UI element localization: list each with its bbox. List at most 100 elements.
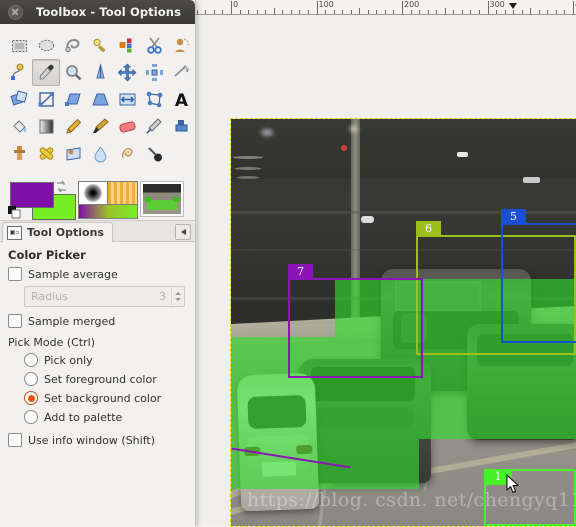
ruler-tick	[564, 10, 566, 14]
radio-pick-only[interactable]	[24, 353, 38, 367]
ruler-tick	[487, 1, 489, 14]
reset-colors-icon[interactable]	[8, 206, 22, 220]
ruler-tick	[436, 10, 438, 14]
ruler-tick	[205, 10, 207, 14]
pick-mode-option-set-background[interactable]: Set background color	[24, 391, 187, 405]
bbox-5[interactable]: 5	[501, 209, 576, 343]
zoom-tool[interactable]	[59, 59, 87, 86]
ellipse-select-tool[interactable]	[32, 32, 60, 59]
tool-options-title: Color Picker	[8, 248, 86, 262]
radio-pick-only-label: Pick only	[44, 353, 93, 367]
paintbrush-tool[interactable]	[86, 113, 114, 140]
ruler-tick	[256, 10, 258, 14]
dock-tabbar: ▣▫ Tool Options	[0, 221, 195, 242]
svg-text:A: A	[174, 91, 188, 109]
cage-transform-tool[interactable]	[140, 86, 168, 113]
gradient-swatch[interactable]	[78, 204, 138, 219]
rectangle-select-tool[interactable]	[5, 32, 33, 59]
ruler-tick	[333, 10, 335, 14]
use-info-window-checkbox[interactable]	[8, 433, 22, 447]
ruler-tick	[461, 10, 463, 14]
pick-mode-label: Pick Mode (Ctrl)	[8, 336, 95, 349]
clone-tool[interactable]	[5, 140, 33, 167]
use-info-window-row[interactable]: Use info window (Shift)	[8, 433, 187, 447]
ruler-tick	[325, 10, 327, 14]
dock-menu-icon[interactable]	[175, 224, 191, 240]
tab-tool-options[interactable]: ▣▫ Tool Options	[2, 222, 113, 242]
text-tool[interactable]: A	[167, 86, 195, 113]
ruler-tick	[573, 1, 574, 14]
ink-tool[interactable]	[167, 113, 195, 140]
ruler-label: 0	[233, 0, 239, 9]
paths-tool[interactable]	[5, 59, 33, 86]
sample-average-checkbox[interactable]	[8, 267, 22, 281]
sample-merged-checkbox[interactable]	[8, 314, 22, 328]
pick-mode-option-add-to-palette[interactable]: Add to palette	[24, 410, 187, 424]
ruler-tick	[342, 10, 344, 14]
sample-average-row[interactable]: Sample average	[8, 267, 187, 281]
select-by-color-tool[interactable]	[113, 32, 141, 59]
barrier-3	[237, 176, 259, 179]
pick-mode-option-pick-only[interactable]: Pick only	[24, 353, 187, 367]
toolbox-window: Toolbox - Tool Options A ▣▫ Tool Options…	[0, 0, 196, 527]
rotate-tool[interactable]	[5, 86, 33, 113]
airbrush-tool[interactable]	[140, 113, 168, 140]
radio-add-to-palette[interactable]	[24, 410, 38, 424]
radio-set-foreground-color[interactable]	[24, 372, 38, 386]
alignment-tool[interactable]	[140, 59, 168, 86]
ruler-tick	[470, 10, 472, 14]
ruler-tick	[282, 10, 284, 14]
radius-stepper[interactable]	[171, 288, 184, 305]
heal-tool[interactable]	[32, 140, 60, 167]
ruler-label: 100	[318, 0, 334, 9]
car-far-3	[523, 177, 540, 183]
bucket-fill-tool[interactable]	[5, 113, 33, 140]
barrier-2	[235, 167, 261, 170]
image-thumbnail[interactable]	[140, 181, 184, 217]
blur-sharpen-tool[interactable]	[86, 140, 114, 167]
foreground-color-swatch[interactable]	[10, 182, 54, 208]
street-light-2	[349, 126, 358, 132]
image-canvas[interactable]: 6 5 7 1 https://blog. csdn. net/chengyq1…	[230, 118, 576, 527]
ruler-tick	[350, 10, 352, 14]
perspective-tool[interactable]	[86, 86, 114, 113]
tool-options-icon: ▣▫	[7, 225, 22, 240]
crop-tool[interactable]	[167, 59, 195, 86]
window-titlebar[interactable]: Toolbox - Tool Options	[0, 0, 195, 24]
smudge-tool[interactable]	[113, 140, 141, 167]
free-select-tool[interactable]	[59, 32, 87, 59]
radio-set-background-color[interactable]	[24, 391, 38, 405]
bbox-7[interactable]: 7	[288, 264, 423, 378]
color-picker-tool[interactable]	[32, 59, 60, 86]
measure-tool[interactable]	[86, 59, 114, 86]
sample-merged-row[interactable]: Sample merged	[8, 314, 187, 328]
fuzzy-select-tool[interactable]	[86, 32, 114, 59]
brush-pattern-gradient-area[interactable]	[78, 181, 138, 219]
ruler-tick	[248, 10, 250, 14]
pick-mode-option-set-foreground[interactable]: Set foreground color	[24, 372, 187, 386]
perspective-clone-tool[interactable]	[59, 140, 87, 167]
foreground-background-colors[interactable]	[8, 180, 76, 220]
swap-colors-icon[interactable]	[55, 180, 68, 193]
pencil-tool[interactable]	[59, 113, 87, 140]
horizontal-ruler[interactable]: 0100200300400	[195, 0, 576, 15]
flip-tool[interactable]	[113, 86, 141, 113]
dodge-burn-tool[interactable]	[140, 140, 168, 167]
scissors-select-tool[interactable]	[140, 32, 168, 59]
pattern-swatch[interactable]	[107, 181, 138, 205]
night-sky-gradient	[231, 119, 576, 179]
close-icon[interactable]	[8, 4, 23, 20]
watermark-text: https://blog. csdn. net/chengyq116	[247, 489, 576, 511]
move-tool[interactable]	[113, 59, 141, 86]
scale-tool[interactable]	[32, 86, 60, 113]
foreground-select-tool[interactable]	[167, 32, 195, 59]
ruler-tick	[513, 10, 515, 14]
radius-input[interactable]: Radius 3	[24, 286, 185, 307]
eraser-tool[interactable]	[113, 113, 141, 140]
gradient-tool[interactable]	[32, 113, 60, 140]
ruler-tick	[530, 8, 532, 14]
use-info-window-label: Use info window (Shift)	[28, 433, 155, 447]
radio-add-to-palette-label: Add to palette	[44, 410, 123, 424]
brush-swatch[interactable]	[78, 181, 108, 205]
shear-tool[interactable]	[59, 86, 87, 113]
